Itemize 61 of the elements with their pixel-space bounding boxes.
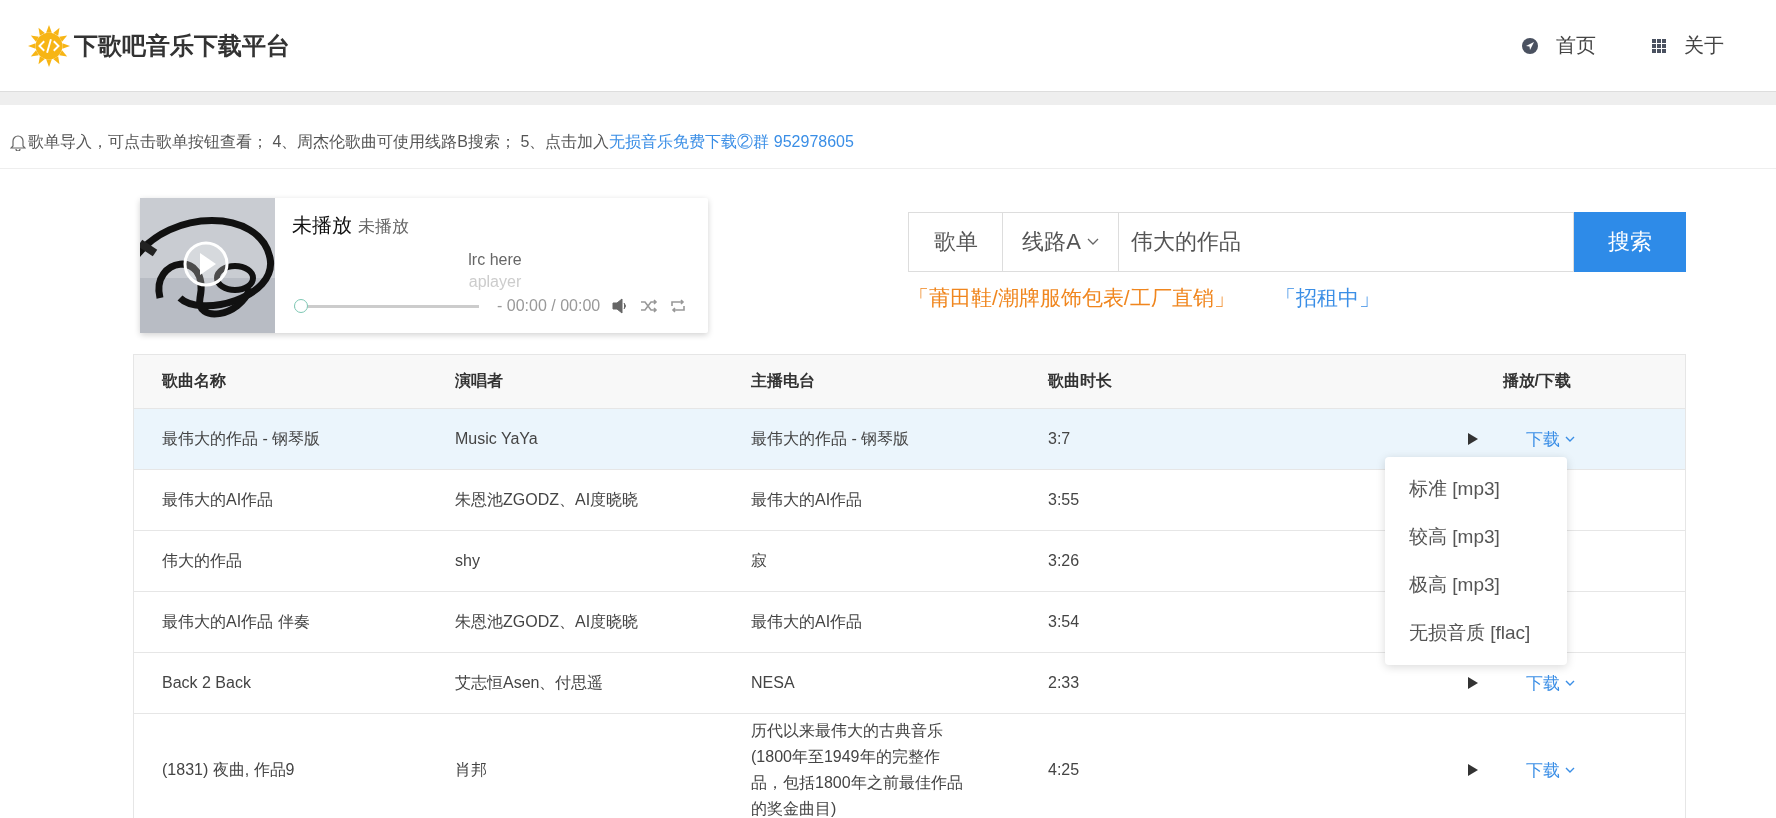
column-header: 主播电台: [750, 371, 816, 391]
table-cell-text: NESA: [751, 673, 796, 693]
table-cell: 3:54: [1048, 613, 1080, 630]
table-cell: 最伟大的AI作品: [162, 490, 274, 508]
table-cell-text: 寂: [751, 551, 768, 571]
table-cell: Music YaYa: [455, 430, 538, 447]
table-cell-text: 最伟大的AI作品: [751, 490, 864, 510]
download-link[interactable]: 下载: [1526, 758, 1575, 782]
caret-icon: [1086, 238, 1099, 246]
volume-icon[interactable]: [612, 298, 629, 314]
group-link[interactable]: 无损音乐免费下载②群 952978605: [609, 132, 854, 150]
song-title: 未播放: [292, 214, 352, 236]
table-cell: 朱恩池ZGODZ、AI度晓晓: [455, 490, 639, 508]
search-button[interactable]: 搜索: [1574, 212, 1686, 272]
notice-text: 歌单导入，可点击歌单按钮查看； 4、周杰伦歌曲可使用线路B搜索； 5、点击加入无损音乐免费下载②群 952978605: [28, 131, 854, 152]
repeat-icon[interactable]: [670, 298, 687, 314]
table-cell-text: 最伟大的AI作品: [751, 612, 864, 632]
lyric-line: lrc here: [467, 250, 523, 270]
table-cell-text: 历代以来最伟大的古典音乐 (1800年至1949年的完整作品，包括1800年之前最佳作品的奖金曲目): [751, 721, 964, 818]
column-header: 歌曲时长: [1046, 371, 1113, 391]
time-text: - 00:00 / 00:00: [497, 297, 601, 315]
column-header: 歌曲名称: [160, 371, 227, 391]
bell-icon: [10, 133, 26, 151]
song-artist: 未播放: [357, 217, 409, 236]
route-dropdown[interactable]: 线路A: [1002, 212, 1118, 272]
table-cell: 伟大的作品: [162, 551, 242, 569]
table-cell: 肖邦: [455, 760, 487, 778]
table-cell: shy: [455, 552, 480, 569]
song-row[interactable]: 最伟大的作品 - 钢琴版 Music YaYa 最伟大的作品 - 钢琴版 3:7 下载: [134, 408, 1685, 469]
table-cell: 2:33: [1048, 674, 1080, 691]
table-cell: (1831) 夜曲, 作品9: [162, 760, 295, 778]
sun-code-logo-icon: [28, 24, 70, 67]
table-cell: 3:7: [1048, 430, 1071, 447]
table-cell: 最伟大的AI作品 伴奏: [162, 612, 310, 630]
play-icon[interactable]: [1468, 677, 1478, 689]
table-cell: 3:26: [1048, 552, 1080, 569]
table-cell: Back 2 Back: [162, 674, 251, 691]
compass-icon: [1522, 37, 1538, 54]
apps-grid-icon: [1652, 38, 1666, 53]
table-cell: 朱恩池ZGODZ、AI度晓晓: [455, 612, 639, 630]
caret-icon: [1565, 679, 1575, 687]
nav-link[interactable]: 首页: [1522, 32, 1596, 59]
column-header: 播放/下载: [1501, 371, 1572, 391]
nav-link[interactable]: 关于: [1652, 32, 1724, 59]
play-icon[interactable]: [1468, 764, 1478, 776]
site-title: 下歌吧音乐下载平台: [74, 30, 290, 61]
table-cell: 3:55: [1048, 491, 1080, 508]
table-cell: 最伟大的作品 - 钢琴版: [162, 429, 321, 447]
table-cell-text: 最伟大的作品 - 钢琴版: [751, 429, 911, 449]
download-link[interactable]: 下载: [1526, 671, 1575, 695]
column-header: 演唱者: [454, 371, 504, 391]
song-row[interactable]: (1831) 夜曲, 作品9 肖邦 历代以来最伟大的古典音乐 (1800年至1949年的完整作品，包括1800年之前最佳作品的奖金曲目) 4:25 下载: [134, 713, 1685, 818]
caret-icon: [1565, 435, 1575, 443]
table-cell: 艾志恒Asen、付思遥: [455, 673, 604, 691]
shuffle-icon[interactable]: [640, 298, 659, 314]
progress-thumb[interactable]: [294, 299, 308, 313]
play-icon[interactable]: [1468, 433, 1478, 445]
caret-icon: [1565, 766, 1575, 774]
playlist-button[interactable]: 歌单: [908, 212, 1002, 272]
table-cell: 4:25: [1048, 761, 1080, 778]
search-field[interactable]: 伟大的作品: [1118, 212, 1574, 272]
